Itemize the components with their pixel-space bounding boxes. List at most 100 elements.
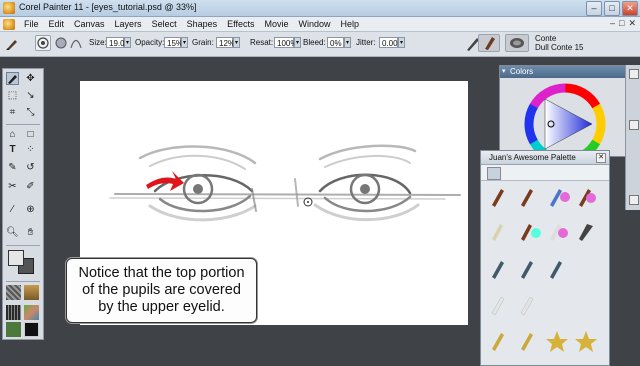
menu-file[interactable]: File: [19, 17, 44, 31]
palette-header[interactable]: Juan's Awesome Palette: [481, 151, 609, 165]
jitter-field[interactable]: 0.00: [379, 37, 398, 48]
dab-profile-icon[interactable]: [69, 36, 83, 50]
doc-restore-button[interactable]: □: [619, 18, 624, 29]
airbrush-button: [521, 261, 533, 279]
jitter-label: Jitter:: [356, 38, 376, 47]
menu-select[interactable]: Select: [147, 17, 182, 31]
crop-icon: ⌗: [9, 107, 16, 118]
dropper-tool[interactable]: ⁄: [6, 203, 19, 216]
menu-movie[interactable]: Movie: [259, 17, 293, 31]
colors-panel: ▾ Colors: [499, 65, 640, 159]
magnifier-tool[interactable]: 🔍︎: [6, 226, 19, 239]
collapse-triangle-icon[interactable]: ▾: [502, 66, 506, 78]
opacity-field[interactable]: 15%: [164, 37, 183, 48]
window-controls: – □ ✕: [586, 1, 638, 16]
panel-options-box[interactable]: [629, 120, 639, 130]
grabber-tool[interactable]: ✋︎: [24, 226, 37, 239]
panel-close-box[interactable]: [629, 69, 639, 79]
text-tool[interactable]: T: [6, 143, 19, 156]
shape-tool[interactable]: □: [24, 128, 37, 141]
menu-layers[interactable]: Layers: [110, 17, 147, 31]
layer-adjuster-tool[interactable]: ✥: [24, 72, 37, 85]
weaving-selector[interactable]: [24, 305, 39, 320]
nozzle-selector[interactable]: [6, 322, 21, 337]
palette-close-button[interactable]: ✕: [596, 153, 606, 163]
curve-tool[interactable]: ↺: [24, 161, 37, 174]
blender-brush-button: [550, 189, 570, 207]
paper-selector[interactable]: [6, 285, 21, 300]
gradient-selector[interactable]: [24, 285, 39, 300]
resat-slider-arrow[interactable]: ▾: [294, 37, 301, 48]
paint-bucket-tool[interactable]: ⌂: [6, 128, 19, 141]
size-slider-arrow[interactable]: ▾: [124, 37, 131, 48]
colors-panel-header[interactable]: ▾ Colors: [500, 66, 640, 78]
document-window-controls: – □ ✕: [610, 18, 636, 29]
color-wheel[interactable]: [520, 79, 610, 159]
brush-variant-selector[interactable]: [505, 34, 529, 52]
brush-tool[interactable]: [6, 72, 19, 85]
conte-brush-icon: [485, 37, 495, 50]
row-2: [492, 224, 593, 241]
stroke-type-icon[interactable]: [54, 36, 68, 50]
menu-shapes[interactable]: Shapes: [182, 17, 223, 31]
row-3: [492, 261, 562, 279]
maximize-button[interactable]: □: [604, 1, 620, 16]
brush-category-name[interactable]: Conte: [535, 34, 583, 43]
arrow-move-icon: ✥: [26, 73, 35, 84]
dropper-icon: ⁄: [11, 204, 14, 215]
lasso-tool[interactable]: ↘: [24, 89, 37, 102]
brush-category-selector[interactable]: [478, 34, 500, 52]
menu-canvas[interactable]: Canvas: [69, 17, 110, 31]
pen-tool[interactable]: ✎: [6, 161, 19, 174]
look-selector[interactable]: [24, 322, 39, 337]
row-1: [492, 189, 596, 207]
opacity-slider-arrow[interactable]: ▾: [181, 37, 188, 48]
pattern-selector[interactable]: [6, 305, 21, 320]
brush-variant-name[interactable]: Dull Conte 15: [535, 43, 583, 52]
bleed-field[interactable]: 0%: [327, 37, 344, 48]
eraser-tool[interactable]: ✐: [24, 180, 37, 193]
curve-icon: ↺: [26, 162, 35, 173]
magic-wand-icon: ⁘: [26, 144, 35, 155]
callout-text: Notice that the top portion of the pupil…: [78, 265, 245, 315]
tutorial-callout: Notice that the top portion of the pupil…: [66, 258, 257, 323]
rectangle-select-tool[interactable]: ⬚: [6, 89, 19, 102]
size-label: Size:: [89, 38, 107, 47]
transform-icon: ⤡: [26, 107, 35, 118]
bleed-slider-arrow[interactable]: ▾: [344, 37, 351, 48]
magic-wand-tool[interactable]: ⁘: [24, 143, 37, 156]
clone-tool[interactable]: ⊕: [24, 203, 37, 216]
doc-minimize-button[interactable]: –: [610, 18, 615, 29]
saturation-value-triangle[interactable]: [544, 98, 593, 150]
document-icon[interactable]: [3, 18, 15, 30]
dab-icon: [37, 37, 49, 49]
palette-brush-grid: [491, 189, 597, 352]
menu-effects[interactable]: Effects: [222, 17, 259, 31]
jitter-slider-arrow[interactable]: ▾: [398, 37, 405, 48]
brush-tool-icon[interactable]: [4, 36, 20, 52]
palette-grip-icon[interactable]: [487, 167, 501, 180]
scissors-tool[interactable]: ✂: [6, 180, 19, 193]
palette-knife-button: [579, 189, 596, 207]
grain-field[interactable]: 12%: [216, 37, 235, 48]
close-button[interactable]: ✕: [622, 1, 638, 16]
grain-slider-arrow[interactable]: ▾: [233, 37, 240, 48]
menu-window[interactable]: Window: [293, 17, 335, 31]
toolbox-divider: [6, 124, 40, 125]
panel-options-box[interactable]: [629, 195, 639, 205]
dull-conte-dab-icon: [510, 38, 524, 48]
star-brush-button: [546, 331, 568, 352]
doc-close-button[interactable]: ✕: [628, 18, 636, 29]
grain-label: Grain:: [192, 38, 214, 47]
main-color-swatch[interactable]: [8, 250, 24, 266]
transform-tool[interactable]: ⤡: [24, 106, 37, 119]
resat-field[interactable]: 100%: [274, 37, 297, 48]
menu-edit[interactable]: Edit: [44, 17, 70, 31]
crop-tool[interactable]: ⌗: [6, 106, 19, 119]
minimize-button[interactable]: –: [586, 1, 602, 16]
toolbox-divider: [6, 281, 40, 282]
menu-help[interactable]: Help: [336, 17, 365, 31]
size-field[interactable]: 19.0: [106, 37, 125, 48]
title-bar: Corel Painter 11 - [eyes_tutorial.psd @ …: [0, 0, 640, 17]
row-5: [492, 331, 597, 352]
